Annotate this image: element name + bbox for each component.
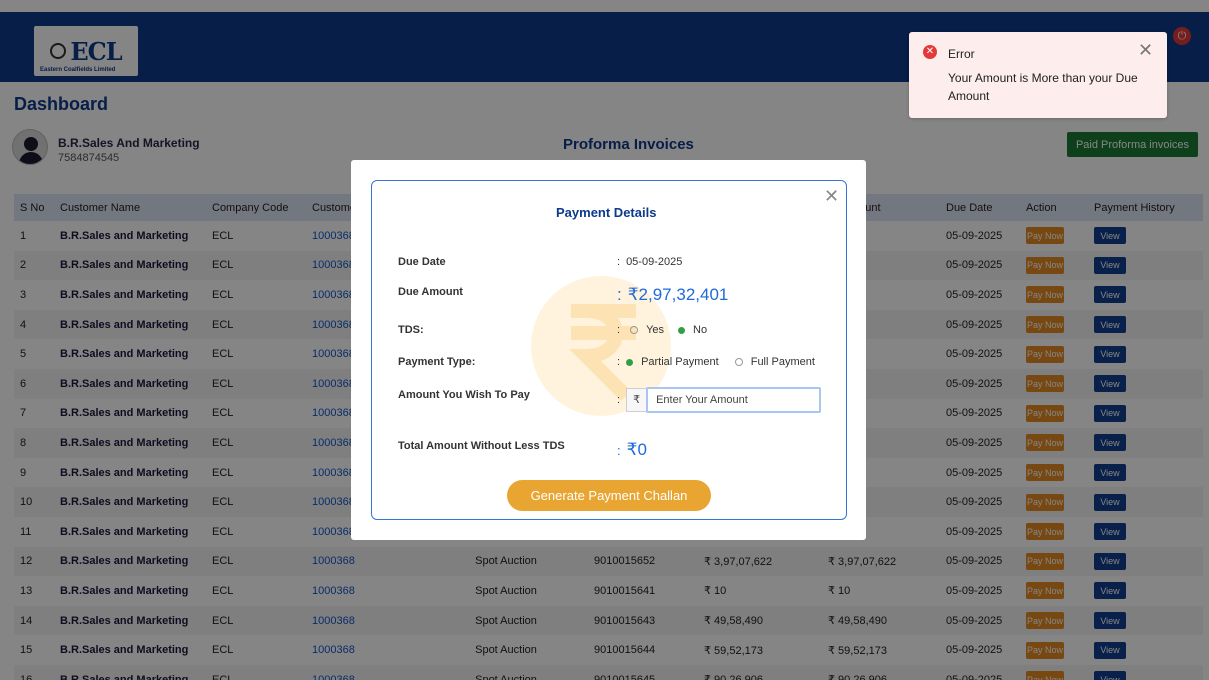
full-payment-radio[interactable] [734, 358, 743, 366]
tds-label: TDS: [398, 324, 424, 336]
amount-input[interactable] [646, 387, 822, 413]
tds-yes-radio[interactable] [630, 326, 639, 334]
due-date-label: Due Date [398, 256, 446, 268]
tds-no-radio[interactable] [678, 326, 686, 334]
close-icon[interactable]: ✕ [1138, 41, 1153, 59]
due-date-value-row: :05-09-2025 [617, 256, 683, 268]
payment-details-panel: Payment Details Due Date :05-09-2025 Due… [371, 180, 847, 520]
error-icon: ✕ [923, 45, 937, 59]
due-amount-value-row: : ₹2,97,32,401 [617, 285, 729, 304]
due-amount-label: Due Amount [398, 286, 463, 298]
generate-payment-challan-button[interactable]: Generate Payment Challan [507, 480, 711, 511]
close-icon[interactable]: ✕ [824, 187, 839, 205]
rupee-prefix: ₹ [626, 388, 647, 412]
amount-input-group: ₹ [626, 387, 822, 413]
amount-to-pay-label: Amount You Wish To Pay [398, 389, 530, 401]
tds-radio-group: : Yes No [617, 324, 708, 336]
error-toast: ✕ Error Your Amount is More than your Du… [909, 32, 1167, 118]
partial-payment-label[interactable]: Partial Payment [641, 356, 719, 368]
full-payment-label[interactable]: Full Payment [751, 356, 815, 368]
tds-yes-label[interactable]: Yes [646, 324, 664, 336]
due-date-value: 05-09-2025 [626, 256, 683, 268]
due-amount-value: ₹2,97,32,401 [627, 285, 729, 304]
total-amount-value: ₹0 [626, 440, 647, 459]
amount-to-pay-row: : ₹ [617, 387, 822, 413]
modal-title: Payment Details [556, 205, 657, 220]
payment-type-label: Payment Type: [398, 356, 476, 368]
payment-details-modal: Payment Details Due Date :05-09-2025 Due… [351, 160, 866, 540]
payment-type-radio-group: : Partial Payment Full Payment [617, 356, 815, 368]
tds-no-label[interactable]: No [693, 324, 707, 336]
total-amount-label: Total Amount Without Less TDS [398, 440, 565, 452]
total-amount-row: : ₹0 [617, 440, 647, 459]
toast-message: Your Amount is More than your Due Amount [948, 71, 1138, 103]
toast-title: Error [948, 47, 975, 61]
partial-payment-radio[interactable] [626, 358, 634, 366]
